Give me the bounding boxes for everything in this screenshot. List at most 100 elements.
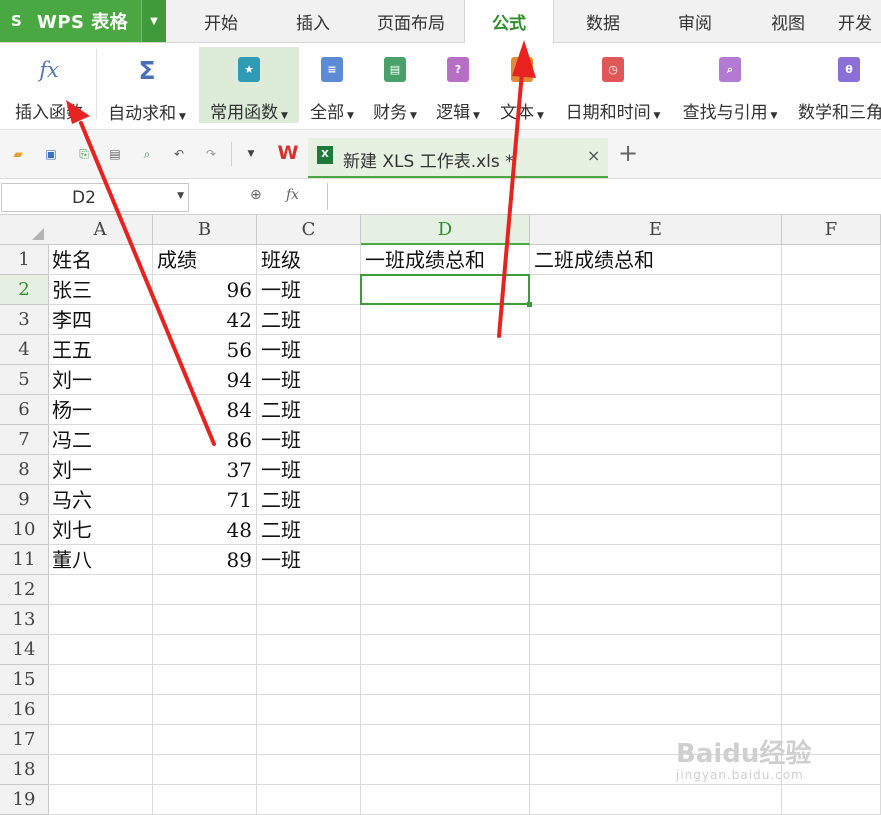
cell-d4[interactable] xyxy=(361,335,530,365)
cell-c7[interactable]: 一班 xyxy=(257,425,361,455)
cell-a6[interactable]: 杨一 xyxy=(48,395,153,425)
tab-view[interactable]: 视图 xyxy=(748,0,828,42)
cell-d13[interactable] xyxy=(361,605,530,635)
autosum-button[interactable]: Σ 自动求和 ▼ xyxy=(101,47,193,125)
cell-b9[interactable]: 71 xyxy=(153,485,257,515)
cell-b13[interactable] xyxy=(153,605,257,635)
column-header-d[interactable]: D xyxy=(361,215,530,245)
cell-b1[interactable]: 成绩 xyxy=(153,245,257,275)
chevron-down-icon[interactable]: ▼ xyxy=(177,191,184,201)
cell-d14[interactable] xyxy=(361,635,530,665)
cell-f1[interactable] xyxy=(782,245,881,275)
lookup-reference-button[interactable]: ⌕ 查找与引用 ▼ xyxy=(673,47,787,123)
cell-f6[interactable] xyxy=(782,395,881,425)
column-header-c[interactable]: C xyxy=(257,215,361,245)
cell-e3[interactable] xyxy=(530,305,782,335)
row-header-10[interactable]: 10 xyxy=(0,515,49,545)
cell-e14[interactable] xyxy=(530,635,782,665)
cell-e12[interactable] xyxy=(530,575,782,605)
cell-e10[interactable] xyxy=(530,515,782,545)
cell-d12[interactable] xyxy=(361,575,530,605)
tab-review[interactable]: 审阅 xyxy=(655,0,735,42)
cell-b12[interactable] xyxy=(153,575,257,605)
cell-f14[interactable] xyxy=(782,635,881,665)
cell-e9[interactable] xyxy=(530,485,782,515)
cell-f13[interactable] xyxy=(782,605,881,635)
row-header-2[interactable]: 2 xyxy=(0,275,49,305)
row-header-6[interactable]: 6 xyxy=(0,395,49,425)
cell-b17[interactable] xyxy=(153,725,257,755)
cell-f15[interactable] xyxy=(782,665,881,695)
cell-d2[interactable] xyxy=(361,275,530,305)
cell-a17[interactable] xyxy=(48,725,153,755)
row-header-11[interactable]: 11 xyxy=(0,545,49,575)
cell-d8[interactable] xyxy=(361,455,530,485)
column-header-b[interactable]: B xyxy=(153,215,257,245)
cell-b4[interactable]: 56 xyxy=(153,335,257,365)
close-icon[interactable]: × xyxy=(587,146,600,165)
cell-e1[interactable]: 二班成绩总和 xyxy=(530,245,782,275)
cell-a7[interactable]: 冯二 xyxy=(48,425,153,455)
cell-a14[interactable] xyxy=(48,635,153,665)
cell-d19[interactable] xyxy=(361,785,530,815)
cell-c16[interactable] xyxy=(257,695,361,725)
cell-b18[interactable] xyxy=(153,755,257,785)
cell-f3[interactable] xyxy=(782,305,881,335)
cell-a3[interactable]: 李四 xyxy=(48,305,153,335)
cell-d1[interactable]: 一班成绩总和 xyxy=(361,245,530,275)
cell-a16[interactable] xyxy=(48,695,153,725)
cell-c17[interactable] xyxy=(257,725,361,755)
cell-d15[interactable] xyxy=(361,665,530,695)
math-trig-button[interactable]: θ 数学和三角 xyxy=(793,47,881,123)
cell-f5[interactable] xyxy=(782,365,881,395)
cell-d6[interactable] xyxy=(361,395,530,425)
column-header-f[interactable]: F xyxy=(782,215,881,245)
cell-f10[interactable] xyxy=(782,515,881,545)
cell-f9[interactable] xyxy=(782,485,881,515)
cell-a19[interactable] xyxy=(48,785,153,815)
cell-b2[interactable]: 96 xyxy=(153,275,257,305)
cell-f11[interactable] xyxy=(782,545,881,575)
cell-f16[interactable] xyxy=(782,695,881,725)
cell-f12[interactable] xyxy=(782,575,881,605)
tab-insert[interactable]: 插入 xyxy=(274,0,352,42)
cell-e16[interactable] xyxy=(530,695,782,725)
cell-d7[interactable] xyxy=(361,425,530,455)
document-tab[interactable]: X 新建 XLS 工作表.xls * × xyxy=(308,138,608,178)
chevron-down-icon[interactable]: ▼ xyxy=(141,0,166,42)
cell-d3[interactable] xyxy=(361,305,530,335)
cell-b10[interactable]: 48 xyxy=(153,515,257,545)
cell-e4[interactable] xyxy=(530,335,782,365)
cell-c5[interactable]: 一班 xyxy=(257,365,361,395)
cell-c19[interactable] xyxy=(257,785,361,815)
print-icon[interactable]: ▤ xyxy=(108,148,122,161)
cell-a9[interactable]: 马六 xyxy=(48,485,153,515)
save-icon[interactable]: ▣ xyxy=(44,148,58,161)
cell-e13[interactable] xyxy=(530,605,782,635)
tab-data[interactable]: 数据 xyxy=(563,0,643,42)
cell-c4[interactable]: 一班 xyxy=(257,335,361,365)
cell-b19[interactable] xyxy=(153,785,257,815)
cell-a1[interactable]: 姓名 xyxy=(48,245,153,275)
row-header-14[interactable]: 14 xyxy=(0,635,49,665)
finance-button[interactable]: ▤ 财务 ▼ xyxy=(365,47,425,123)
row-header-19[interactable]: 19 xyxy=(0,785,49,815)
cell-f2[interactable] xyxy=(782,275,881,305)
row-header-9[interactable]: 9 xyxy=(0,485,49,515)
print-preview-icon[interactable]: ⌕ xyxy=(140,148,154,161)
date-time-button[interactable]: ◷ 日期和时间 ▼ xyxy=(556,47,670,123)
common-functions-button[interactable]: ★ 常用函数 ▼ xyxy=(199,47,299,123)
cell-c12[interactable] xyxy=(257,575,361,605)
row-header-17[interactable]: 17 xyxy=(0,725,49,755)
app-menu-button[interactable]: S WPS 表格 ▼ xyxy=(0,0,166,42)
cell-b11[interactable]: 89 xyxy=(153,545,257,575)
row-header-1[interactable]: 1 xyxy=(0,245,49,275)
logical-button[interactable]: ? 逻辑 ▼ xyxy=(428,47,488,123)
cell-b15[interactable] xyxy=(153,665,257,695)
all-functions-button[interactable]: ≡ 全部 ▼ xyxy=(302,47,362,123)
cell-d17[interactable] xyxy=(361,725,530,755)
cell-a5[interactable]: 刘一 xyxy=(48,365,153,395)
cell-c11[interactable]: 一班 xyxy=(257,545,361,575)
undo-icon[interactable]: ↶ xyxy=(172,148,186,161)
row-header-7[interactable]: 7 xyxy=(0,425,49,455)
